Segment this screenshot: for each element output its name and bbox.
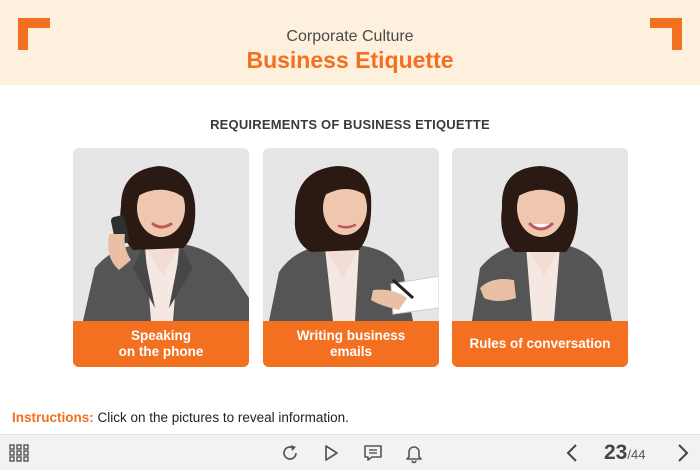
play-icon[interactable]: [320, 442, 342, 464]
chevron-left-icon[interactable]: [562, 442, 584, 464]
card-caption: Rules of conversation: [452, 321, 628, 367]
card-caption: Speaking on the phone: [73, 321, 249, 367]
header: Corporate Culture Business Etiquette: [0, 0, 700, 85]
card-writing-business-emails[interactable]: Writing business emails: [263, 148, 439, 367]
caption-line-1: Writing business: [296, 328, 406, 343]
total-pages: /44: [627, 447, 646, 462]
photo-woman-writing: [263, 148, 439, 321]
caption-line-1: Speaking: [130, 328, 192, 343]
caption-line-1: Rules of conversation: [469, 336, 611, 351]
caption-line-2: on the phone: [118, 344, 204, 359]
current-page: 23: [604, 441, 628, 464]
instructions-text: Click on the pictures to reveal informat…: [93, 410, 349, 425]
replay-icon[interactable]: [279, 442, 301, 464]
grid-menu-icon[interactable]: [8, 442, 30, 464]
caption-line-2: emails: [329, 344, 372, 359]
card-speaking-on-the-phone[interactable]: Speaking on the phone: [73, 148, 249, 367]
page-counter: 23/44: [604, 441, 645, 465]
card-caption: Writing business emails: [263, 321, 439, 367]
comment-icon[interactable]: [362, 442, 384, 464]
player-footer: 23/44: [0, 434, 700, 470]
chevron-right-icon[interactable]: [671, 442, 693, 464]
bell-icon[interactable]: [403, 442, 425, 464]
photo-woman-handshake: [452, 148, 628, 321]
instructions-label: Instructions:: [12, 410, 94, 425]
instructions: Instructions: Click on the pictures to r…: [12, 410, 349, 425]
photo-woman-on-phone: [73, 148, 249, 321]
section-heading: REQUIREMENTS OF BUSINESS ETIQUETTE: [210, 117, 490, 132]
course-subtitle: Corporate Culture: [286, 28, 414, 45]
card-rules-of-conversation[interactable]: Rules of conversation: [452, 148, 628, 367]
page-title: Business Etiquette: [246, 47, 454, 73]
